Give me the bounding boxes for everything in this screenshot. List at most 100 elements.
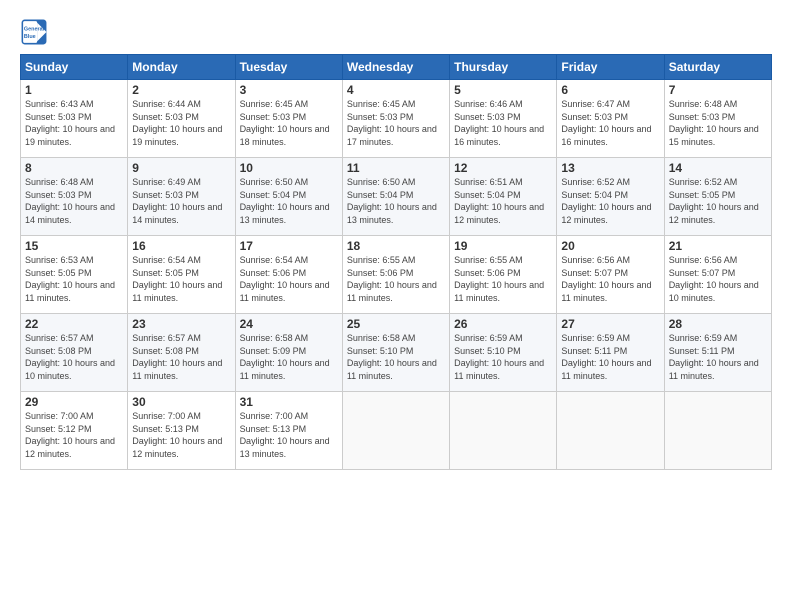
day-info: Sunrise: 6:51 AM Sunset: 5:04 PM Dayligh… [454,176,552,226]
calendar-day-cell: 19 Sunrise: 6:55 AM Sunset: 5:06 PM Dayl… [450,236,557,314]
calendar-day-cell: 13 Sunrise: 6:52 AM Sunset: 5:04 PM Dayl… [557,158,664,236]
sunrise: Sunrise: 6:45 AM [347,99,416,109]
sunset: Sunset: 5:03 PM [561,112,628,122]
day-number: 22 [25,317,123,331]
calendar-day-cell: 23 Sunrise: 6:57 AM Sunset: 5:08 PM Dayl… [128,314,235,392]
sunrise: Sunrise: 6:56 AM [561,255,630,265]
daylight: Daylight: 10 hours and 12 minutes. [454,202,544,225]
day-number: 29 [25,395,123,409]
sunset: Sunset: 5:12 PM [25,424,92,434]
calendar-day-cell: 5 Sunrise: 6:46 AM Sunset: 5:03 PM Dayli… [450,80,557,158]
sunset: Sunset: 5:10 PM [347,346,414,356]
sunset: Sunset: 5:07 PM [561,268,628,278]
sunrise: Sunrise: 6:50 AM [347,177,416,187]
sunset: Sunset: 5:04 PM [454,190,521,200]
calendar-day-cell: 17 Sunrise: 6:54 AM Sunset: 5:06 PM Dayl… [235,236,342,314]
day-number: 2 [132,83,230,97]
daylight: Daylight: 10 hours and 12 minutes. [561,202,651,225]
sunrise: Sunrise: 6:51 AM [454,177,523,187]
day-number: 28 [669,317,767,331]
sunrise: Sunrise: 6:59 AM [669,333,738,343]
calendar-week-row: 1 Sunrise: 6:43 AM Sunset: 5:03 PM Dayli… [21,80,772,158]
calendar-day-cell: 3 Sunrise: 6:45 AM Sunset: 5:03 PM Dayli… [235,80,342,158]
daylight: Daylight: 10 hours and 11 minutes. [132,358,222,381]
sunset: Sunset: 5:04 PM [240,190,307,200]
day-info: Sunrise: 6:54 AM Sunset: 5:05 PM Dayligh… [132,254,230,304]
daylight: Daylight: 10 hours and 10 minutes. [669,280,759,303]
day-of-week-header: Monday [128,55,235,80]
day-info: Sunrise: 6:45 AM Sunset: 5:03 PM Dayligh… [347,98,445,148]
day-number: 10 [240,161,338,175]
sunrise: Sunrise: 6:48 AM [25,177,94,187]
sunrise: Sunrise: 6:43 AM [25,99,94,109]
sunrise: Sunrise: 6:54 AM [132,255,201,265]
sunset: Sunset: 5:05 PM [132,268,199,278]
daylight: Daylight: 10 hours and 11 minutes. [347,358,437,381]
sunset: Sunset: 5:03 PM [240,112,307,122]
sunset: Sunset: 5:06 PM [454,268,521,278]
sunset: Sunset: 5:10 PM [454,346,521,356]
sunrise: Sunrise: 7:00 AM [132,411,201,421]
calendar-day-cell: 8 Sunrise: 6:48 AM Sunset: 5:03 PM Dayli… [21,158,128,236]
daylight: Daylight: 10 hours and 11 minutes. [25,280,115,303]
day-info: Sunrise: 6:54 AM Sunset: 5:06 PM Dayligh… [240,254,338,304]
day-number: 3 [240,83,338,97]
daylight: Daylight: 10 hours and 11 minutes. [240,280,330,303]
daylight: Daylight: 10 hours and 16 minutes. [561,124,651,147]
sunset: Sunset: 5:08 PM [132,346,199,356]
calendar-day-cell: 1 Sunrise: 6:43 AM Sunset: 5:03 PM Dayli… [21,80,128,158]
logo-icon: General Blue [20,18,48,46]
day-info: Sunrise: 6:43 AM Sunset: 5:03 PM Dayligh… [25,98,123,148]
sunset: Sunset: 5:13 PM [132,424,199,434]
day-of-week-header: Thursday [450,55,557,80]
day-info: Sunrise: 6:50 AM Sunset: 5:04 PM Dayligh… [240,176,338,226]
daylight: Daylight: 10 hours and 17 minutes. [347,124,437,147]
calendar-day-cell: 28 Sunrise: 6:59 AM Sunset: 5:11 PM Dayl… [664,314,771,392]
sunrise: Sunrise: 6:52 AM [561,177,630,187]
daylight: Daylight: 10 hours and 12 minutes. [132,436,222,459]
sunset: Sunset: 5:06 PM [240,268,307,278]
calendar-header: SundayMondayTuesdayWednesdayThursdayFrid… [21,55,772,80]
calendar-day-cell [664,392,771,470]
day-number: 31 [240,395,338,409]
sunset: Sunset: 5:11 PM [561,346,627,356]
day-info: Sunrise: 6:45 AM Sunset: 5:03 PM Dayligh… [240,98,338,148]
sunset: Sunset: 5:03 PM [669,112,736,122]
calendar-day-cell: 16 Sunrise: 6:54 AM Sunset: 5:05 PM Dayl… [128,236,235,314]
calendar-day-cell: 4 Sunrise: 6:45 AM Sunset: 5:03 PM Dayli… [342,80,449,158]
day-number: 18 [347,239,445,253]
calendar-week-row: 22 Sunrise: 6:57 AM Sunset: 5:08 PM Dayl… [21,314,772,392]
daylight: Daylight: 10 hours and 19 minutes. [25,124,115,147]
day-number: 23 [132,317,230,331]
day-info: Sunrise: 6:48 AM Sunset: 5:03 PM Dayligh… [25,176,123,226]
sunset: Sunset: 5:05 PM [669,190,736,200]
sunrise: Sunrise: 6:53 AM [25,255,94,265]
sunrise: Sunrise: 6:55 AM [347,255,416,265]
calendar-day-cell: 15 Sunrise: 6:53 AM Sunset: 5:05 PM Dayl… [21,236,128,314]
day-of-week-header: Wednesday [342,55,449,80]
sunrise: Sunrise: 6:48 AM [669,99,738,109]
calendar-day-cell [342,392,449,470]
calendar-day-cell: 31 Sunrise: 7:00 AM Sunset: 5:13 PM Dayl… [235,392,342,470]
calendar-day-cell: 20 Sunrise: 6:56 AM Sunset: 5:07 PM Dayl… [557,236,664,314]
calendar-table: SundayMondayTuesdayWednesdayThursdayFrid… [20,54,772,470]
sunrise: Sunrise: 6:46 AM [454,99,523,109]
daylight: Daylight: 10 hours and 11 minutes. [132,280,222,303]
day-number: 16 [132,239,230,253]
logo: General Blue [20,18,52,46]
daylight: Daylight: 10 hours and 18 minutes. [240,124,330,147]
daylight: Daylight: 10 hours and 11 minutes. [561,280,651,303]
sunrise: Sunrise: 6:47 AM [561,99,630,109]
daylight: Daylight: 10 hours and 13 minutes. [347,202,437,225]
daylight: Daylight: 10 hours and 16 minutes. [454,124,544,147]
day-number: 5 [454,83,552,97]
day-info: Sunrise: 6:47 AM Sunset: 5:03 PM Dayligh… [561,98,659,148]
calendar-day-cell: 18 Sunrise: 6:55 AM Sunset: 5:06 PM Dayl… [342,236,449,314]
sunset: Sunset: 5:03 PM [454,112,521,122]
day-number: 11 [347,161,445,175]
day-info: Sunrise: 6:52 AM Sunset: 5:05 PM Dayligh… [669,176,767,226]
sunrise: Sunrise: 6:44 AM [132,99,201,109]
day-of-week-header: Tuesday [235,55,342,80]
sunrise: Sunrise: 6:57 AM [132,333,201,343]
daylight: Daylight: 10 hours and 11 minutes. [561,358,651,381]
